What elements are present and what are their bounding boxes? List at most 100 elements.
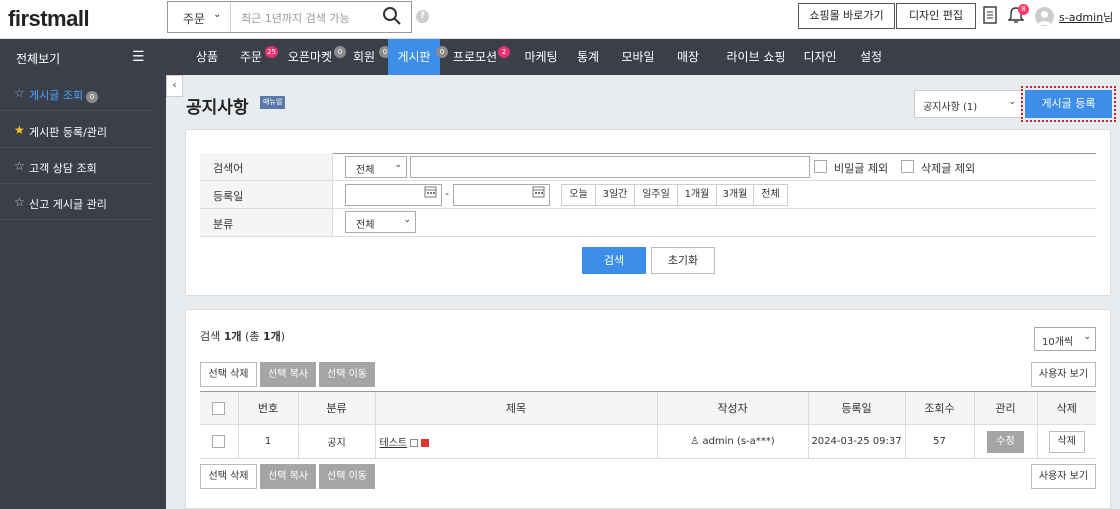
select-all-checkbox[interactable] xyxy=(212,401,226,415)
count-end: ) xyxy=(280,330,286,343)
delete-selected-button[interactable]: 선택 삭제 xyxy=(200,362,257,387)
nav-badge: 0 xyxy=(436,46,448,58)
register-post-button[interactable]: 게시글 등록 xyxy=(1025,90,1112,118)
hamburger-icon[interactable]: ☰ xyxy=(132,49,145,65)
design-edit-button[interactable]: 디자인 편집 xyxy=(896,3,976,29)
row-views: 57 xyxy=(904,424,974,459)
count-value: 1개 xyxy=(223,330,242,343)
date-3months-button[interactable]: 3개월 xyxy=(716,184,754,206)
delete-selected-button-bottom[interactable]: 선택 삭제 xyxy=(200,464,257,489)
search-row-category: 분류 전체 ⌄ xyxy=(200,209,1096,237)
nav-item-live[interactable]: 라이브 쇼핑 xyxy=(720,39,792,75)
total-value: 1개 xyxy=(262,330,281,343)
collapse-sidebar-button[interactable]: ‹ xyxy=(166,75,183,97)
help-icon[interactable]: ? xyxy=(416,10,429,23)
nav-item-promotion[interactable]: 프로모션 xyxy=(452,39,498,75)
secret-exclude-label: 비밀글 제외 xyxy=(834,162,889,175)
result-count: 검색 1개 (총 1개) xyxy=(200,328,285,344)
register-button-highlight: 게시글 등록 xyxy=(1021,86,1116,122)
nav-item-openmarket[interactable]: 오픈마켓 xyxy=(285,39,335,75)
nav-item-store[interactable]: 매장 xyxy=(672,39,704,75)
calendar-icon[interactable] xyxy=(532,185,545,201)
copy-selected-button[interactable]: 선택 복사 xyxy=(260,362,316,387)
sidebar-item-board-manage[interactable]: ★ 게시판 등록/관리 xyxy=(0,112,153,148)
sidebar-item-label: 게시판 등록/관리 xyxy=(29,126,108,139)
post-title-link[interactable]: 테스트 xyxy=(380,438,408,449)
logo[interactable]: firstmall xyxy=(8,6,90,32)
search-icon[interactable] xyxy=(382,6,402,29)
nav-item-product[interactable]: 상품 xyxy=(188,39,226,75)
shop-link-button[interactable]: 쇼핑몰 바로가기 xyxy=(798,3,895,29)
nav-item-design[interactable]: 디자인 xyxy=(800,39,840,75)
page-title: 공지사항 xyxy=(186,98,249,118)
reset-button[interactable]: 초기화 xyxy=(651,247,715,274)
row-number: 1 xyxy=(237,424,298,459)
column-header: 조회수 xyxy=(904,391,974,425)
deleted-exclude-checkbox[interactable] xyxy=(901,160,914,173)
row-checkbox[interactable] xyxy=(212,435,226,448)
row-label: 검색어 xyxy=(200,153,333,180)
new-post-icon xyxy=(421,439,430,447)
search-button[interactable]: 검색 xyxy=(582,247,646,274)
nav-label: 매장 xyxy=(676,50,700,64)
top-bar: firstmall 주문 ⌄ 최근 1년까지 검색 가능 ? 쇼핑몰 바로가기 디… xyxy=(0,0,1120,39)
move-selected-button[interactable]: 선택 이동 xyxy=(319,362,375,387)
nav-item-order[interactable]: 주문 xyxy=(234,39,268,75)
count-prefix: 검색 xyxy=(200,330,224,343)
star-filled-icon: ★ xyxy=(14,123,25,137)
user-link[interactable]: s-admin님 xyxy=(1059,9,1113,25)
nav-label: 주문 xyxy=(239,50,263,64)
secret-exclude-checkbox[interactable] xyxy=(814,160,827,173)
date-3days-button[interactable]: 3일간 xyxy=(595,184,635,206)
image-attach-icon xyxy=(410,439,419,447)
search-input[interactable]: 최근 1년까지 검색 가능 xyxy=(241,10,350,26)
date-1month-button[interactable]: 1개월 xyxy=(677,184,717,206)
user-view-button-bottom[interactable]: 사용자 보기 xyxy=(1031,464,1096,489)
star-outline-icon: ☆ xyxy=(14,195,25,209)
sidebar-item-consult[interactable]: ☆ 고객 상담 조회 xyxy=(0,148,153,184)
nav-item-settings[interactable]: 설정 xyxy=(855,39,887,75)
sidebar-item-post-search[interactable]: ☆ 게시글 조회 0 xyxy=(0,75,153,111)
star-outline-icon: ☆ xyxy=(14,86,25,100)
search-scope-select[interactable]: 주문 ⌄ xyxy=(168,2,231,32)
nav-label: 모바일 xyxy=(621,50,655,64)
document-icon[interactable] xyxy=(983,6,997,27)
nav-item-board[interactable]: 게시판 xyxy=(388,39,440,75)
nav-item-marketing[interactable]: 마케팅 xyxy=(518,39,564,75)
manual-badge[interactable]: 매뉴얼 xyxy=(260,96,286,109)
move-selected-button-bottom[interactable]: 선택 이동 xyxy=(319,464,375,489)
nav-item-member[interactable]: 회원 xyxy=(349,39,379,75)
category-select[interactable]: 전체 ⌄ xyxy=(345,211,416,233)
date-today-button[interactable]: 오늘 xyxy=(561,184,596,206)
nav-item-stats[interactable]: 통계 xyxy=(572,39,604,75)
chevron-down-icon: ⌄ xyxy=(394,160,402,170)
user-view-button[interactable]: 사용자 보기 xyxy=(1031,362,1096,387)
table-header: 번호 분류 제목 작성자 등록일 조회수 관리 삭제 xyxy=(200,391,1096,425)
keyword-field-select[interactable]: 전체 ⌄ xyxy=(345,156,407,178)
date-all-button[interactable]: 전체 xyxy=(753,184,788,206)
row-manage-cell: 수정 xyxy=(973,424,1037,459)
row-label: 등록일 xyxy=(200,181,333,208)
nav-label: 상품 xyxy=(195,50,219,64)
nav-item-mobile[interactable]: 모바일 xyxy=(618,39,658,75)
nav-label: 설정 xyxy=(859,50,883,64)
per-page-select[interactable]: 10개씩 ⌄ xyxy=(1034,327,1096,351)
keyword-input[interactable] xyxy=(410,156,810,178)
select-value: 전체 xyxy=(356,165,375,176)
chevron-left-icon: ‹ xyxy=(172,80,177,91)
nav-label: 프로모션 xyxy=(452,50,498,64)
edit-button[interactable]: 수정 xyxy=(987,430,1024,453)
delete-button[interactable]: 삭제 xyxy=(1048,430,1085,453)
sidebar-item-report[interactable]: ☆ 신고 게시글 관리 xyxy=(0,184,153,220)
notification-badge: 8 xyxy=(1018,4,1029,15)
search-scope-value: 주문 xyxy=(183,12,206,26)
nav-badge: 0 xyxy=(334,46,346,58)
nav-label: 회원 xyxy=(352,50,376,64)
calendar-icon[interactable] xyxy=(424,185,437,201)
column-header: 등록일 xyxy=(807,391,905,425)
copy-selected-button-bottom[interactable]: 선택 복사 xyxy=(260,464,316,489)
board-select[interactable]: 공지사항 (1) ⌄ xyxy=(914,90,1022,118)
avatar[interactable] xyxy=(1035,7,1054,26)
nav-badge: 25 xyxy=(265,46,278,58)
date-week-button[interactable]: 일주일 xyxy=(634,184,678,206)
